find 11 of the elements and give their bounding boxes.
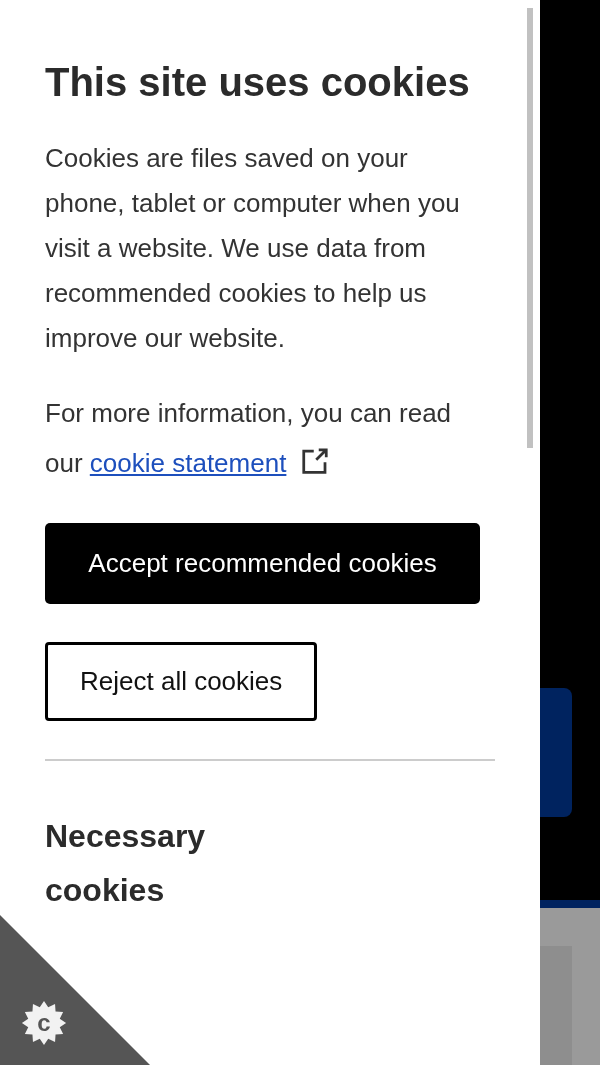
section-heading: Necessary cookies [45, 817, 207, 910]
cookie-badge-icon: c [20, 999, 68, 1047]
info-paragraph: For more information, you can read our cookie statement [45, 397, 453, 480]
cookie-statement-link[interactable]: cookie statement [89, 448, 287, 478]
dialog-title: This site uses cookies [45, 59, 471, 106]
external-link-icon [299, 446, 330, 476]
cookie-settings-tab[interactable]: c [0, 915, 150, 1065]
scrollbar[interactable] [527, 8, 533, 448]
accept-button[interactable]: Accept recommended cookies [45, 523, 480, 604]
intro-paragraph: Cookies are files saved on your phone, tablet or computer when you visit a website. We use data from recommended cookies to help us improve our website. [45, 142, 461, 355]
reject-button[interactable]: Reject all cookies [45, 642, 318, 721]
